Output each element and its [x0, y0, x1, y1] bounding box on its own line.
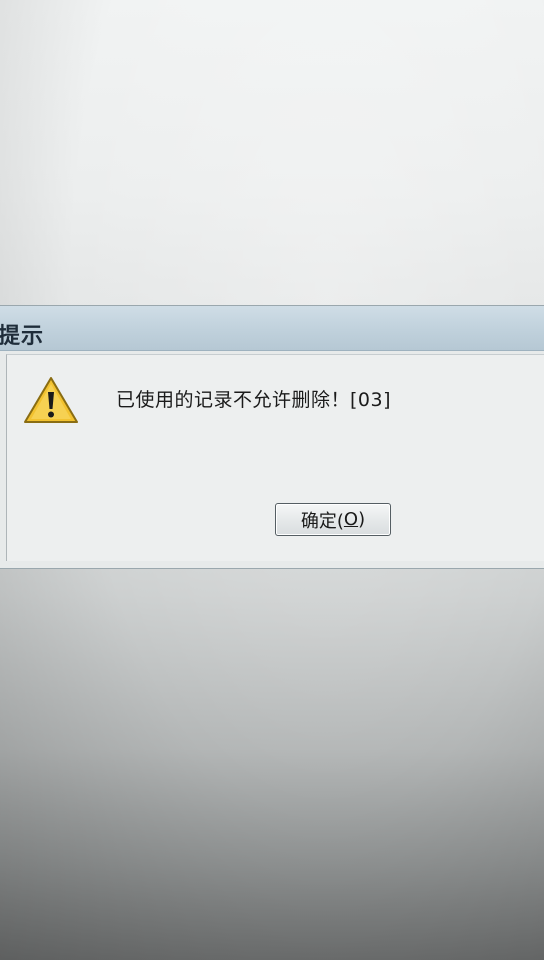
- ok-button[interactable]: 确定(O): [275, 503, 391, 536]
- dialog-title: 提示: [0, 324, 45, 349]
- alert-dialog: 提示 已使用的记录不允许删除！[03] 确定(O): [0, 305, 544, 569]
- ok-button-label-prefix: 确定(: [300, 510, 344, 532]
- dialog-message: 已使用的记录不允许删除！[03]: [116, 389, 392, 411]
- warning-icon: [24, 377, 78, 423]
- ok-button-label-suffix: ): [358, 509, 366, 530]
- dialog-body: 已使用的记录不允许删除！[03] 确定(O): [6, 354, 544, 561]
- ok-button-hotkey: O: [343, 509, 359, 530]
- dialog-title-bar[interactable]: 提示: [0, 306, 544, 351]
